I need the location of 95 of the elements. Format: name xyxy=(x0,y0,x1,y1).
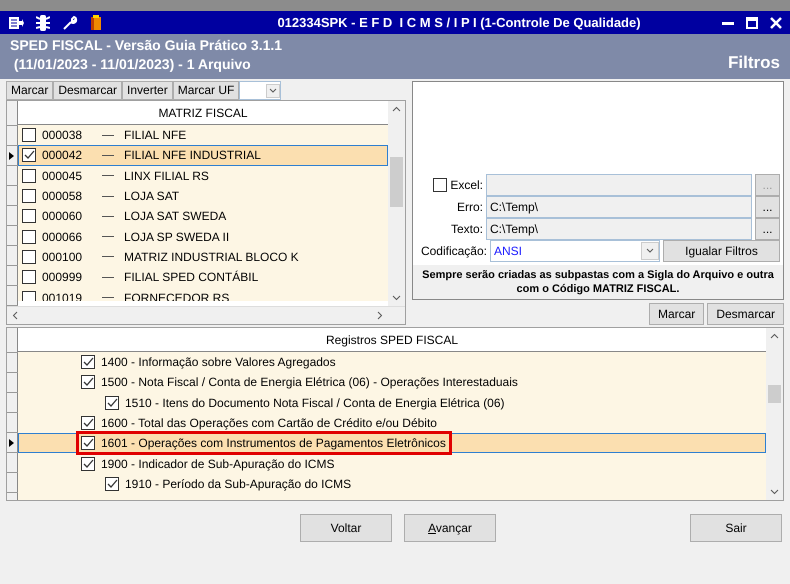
maximize-icon[interactable] xyxy=(746,16,758,28)
field-label: Excel: xyxy=(450,177,483,194)
dash-icon xyxy=(102,196,114,197)
grid-row[interactable]: 000058 LOJA SAT xyxy=(18,186,388,206)
row-name: LOJA SAT SWEDA xyxy=(124,208,226,226)
record-label: 1601 - Operações com Instrumentos de Pagamentos Eletrônicos xyxy=(101,435,446,452)
record-label: 1400 - Informação sobre Valores Agregados xyxy=(101,354,336,372)
book-icon[interactable] xyxy=(90,14,102,30)
grid-row[interactable]: 000100 MATRIZ INDUSTRIAL BLOCO K xyxy=(18,246,388,268)
dash-icon xyxy=(102,236,114,238)
equalize-button[interactable]: Igualar Filtros xyxy=(663,240,780,262)
checkbox[interactable] xyxy=(22,230,36,244)
scrollbar-thumb[interactable] xyxy=(768,385,781,403)
row-name: FILIAL SPED CONTÁBIL xyxy=(124,269,258,286)
record-label: 1910 - Período da Sub-Apuração do ICMS xyxy=(125,476,352,493)
checkbox[interactable] xyxy=(22,148,36,162)
grid-row[interactable]: 000999 FILIAL SPED CONTÁBIL xyxy=(18,267,388,288)
window-title: 012334SPK - E F D I C M S / I P I (1-Controle De Qualidade) xyxy=(276,14,642,32)
dash-icon xyxy=(102,276,114,278)
vertical-scrollbar[interactable] xyxy=(388,101,405,306)
record-label: 1510 - Itens do Documento Nota Fiscal / Conta de Energia Elétrica (06) xyxy=(125,394,505,412)
horizontal-scrollbar[interactable] xyxy=(7,306,405,324)
row-name: LOJA SP SWEDA II xyxy=(124,228,230,246)
dash-icon xyxy=(102,216,114,217)
row-code: 000066 xyxy=(42,228,84,246)
checkbox[interactable] xyxy=(22,270,36,284)
field-label: Erro: xyxy=(456,199,483,216)
grid-row[interactable]: 000066 LOJA SP SWEDA II xyxy=(18,226,388,247)
row-code: 000045 xyxy=(42,168,84,185)
path-field[interactable] xyxy=(486,174,752,196)
toolbar-button[interactable]: Marcar UF xyxy=(172,81,240,100)
dash-icon xyxy=(102,256,114,258)
checkbox[interactable] xyxy=(105,476,119,491)
field-label: Texto: xyxy=(450,221,483,238)
row-code: 000042 xyxy=(42,147,84,164)
checkbox[interactable] xyxy=(22,290,36,301)
vertical-scrollbar[interactable] xyxy=(766,328,783,500)
traffic-light-icon[interactable] xyxy=(36,14,50,30)
checkbox[interactable] xyxy=(22,250,36,264)
row-code: 000999 xyxy=(42,269,84,286)
record-label: 1500 - Nota Fiscal / Conta de Energia Elétrica (06) - Operações Interestaduais xyxy=(101,374,518,392)
encoding-dropdown[interactable]: ANSI xyxy=(490,240,660,262)
grid-row[interactable]: 000042 FILIAL NFE INDUSTRIAL xyxy=(18,145,388,166)
checkbox[interactable] xyxy=(22,189,36,204)
checkbox[interactable] xyxy=(22,209,36,224)
toolbar-button[interactable]: Desmarcar xyxy=(707,303,784,325)
checkbox[interactable] xyxy=(81,456,95,471)
toolbar-button[interactable]: Marcar xyxy=(648,303,704,325)
grid-row[interactable]: 000060 LOJA SAT SWEDA xyxy=(18,206,388,226)
wrench-icon[interactable] xyxy=(62,14,78,30)
close-icon[interactable] xyxy=(770,16,782,28)
row-code: 000058 xyxy=(42,188,84,206)
row-code: 000100 xyxy=(42,248,84,266)
document-arrow-icon[interactable] xyxy=(8,16,24,30)
dash-icon xyxy=(102,154,114,156)
record-label: 1900 - Indicador de Sub-Apuração do ICMS xyxy=(101,456,334,473)
header-title: SPED FISCAL - Versão Guia Prático 3.1.1 xyxy=(10,36,282,55)
scrollbar-thumb[interactable] xyxy=(390,157,403,207)
dash-icon xyxy=(102,175,114,176)
path-field[interactable]: C:\Temp\ xyxy=(486,218,752,240)
checkbox[interactable] xyxy=(81,436,95,450)
row-name: MATRIZ INDUSTRIAL BLOCO K xyxy=(124,248,299,266)
tree-row[interactable]: 1601 - Operações com Instrumentos de Pagamentos Eletrônicos xyxy=(18,433,766,454)
toolbar-button[interactable]: Marcar xyxy=(6,81,54,100)
row-name: FILIAL NFE INDUSTRIAL xyxy=(124,147,261,164)
chevron-down-icon[interactable] xyxy=(266,84,280,98)
toolbar-button[interactable]: Desmarcar xyxy=(53,81,122,100)
checkbox[interactable] xyxy=(22,128,36,142)
row-code: 000060 xyxy=(42,208,84,226)
browse-button[interactable]: ... xyxy=(755,218,780,240)
info-note: Sempre serão criadas as subpastas com a Sigla do Arquivo e outra com o Código MATRIZ FISCAL. xyxy=(413,265,783,299)
record-label: 1600 - Total das Operações com Cartão de Crédito e/ou Débito xyxy=(101,415,437,432)
section-title: Filtros xyxy=(728,52,780,74)
row-code: 000038 xyxy=(42,127,84,144)
grid-row[interactable]: 000045 LINX FILIAL RS xyxy=(18,166,388,186)
checkbox[interactable] xyxy=(22,168,36,183)
checkbox[interactable] xyxy=(105,396,119,410)
row-name: FILIAL NFE xyxy=(124,127,186,144)
footer-button[interactable]: Sair xyxy=(690,514,782,542)
footer-button[interactable]: Avançar xyxy=(404,514,496,542)
dash-icon xyxy=(102,297,114,298)
path-field[interactable]: C:\Temp\ xyxy=(486,196,752,218)
row-name: LOJA SAT xyxy=(124,188,180,206)
grid-row[interactable]: 000038 FILIAL NFE xyxy=(18,125,388,146)
checkbox[interactable] xyxy=(81,416,95,430)
chevron-down-icon[interactable] xyxy=(641,242,659,260)
field-label: Codificação: xyxy=(420,243,487,260)
dash-icon xyxy=(102,134,114,136)
checkbox[interactable] xyxy=(81,375,95,390)
header-period: (11/01/2023 - 11/01/2023) - 1 Arquivo xyxy=(12,55,252,74)
row-name: LINX FILIAL RS xyxy=(124,168,209,185)
footer-button[interactable]: Voltar xyxy=(300,514,392,542)
browse-button[interactable]: ... xyxy=(755,196,780,218)
toolbar-button[interactable]: Inverter xyxy=(122,81,173,100)
checkbox[interactable] xyxy=(81,355,95,370)
